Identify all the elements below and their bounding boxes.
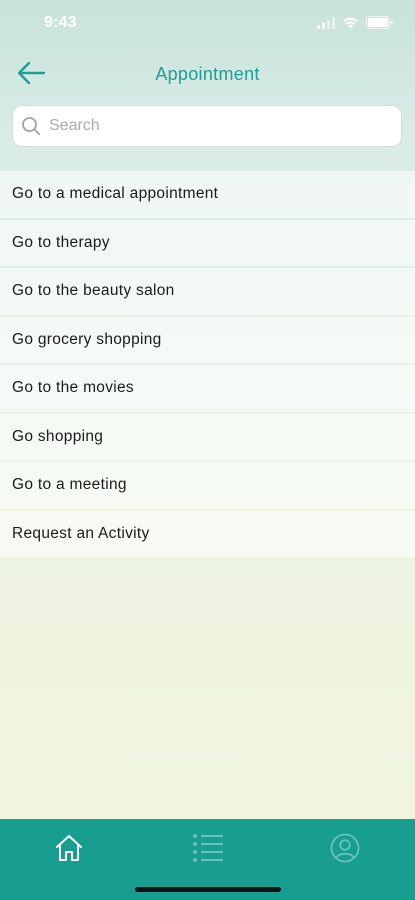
status-time: 9:43 bbox=[44, 14, 77, 31]
home-indicator bbox=[135, 887, 281, 892]
search-bar[interactable] bbox=[12, 105, 402, 147]
list-item-shopping[interactable]: Go shopping bbox=[0, 413, 415, 460]
page-title: Appointment bbox=[155, 64, 260, 84]
search-input[interactable] bbox=[47, 116, 381, 136]
list-icon bbox=[192, 833, 224, 868]
tab-bar bbox=[0, 819, 415, 900]
home-icon bbox=[53, 832, 85, 869]
list-item-movies[interactable]: Go to the movies bbox=[0, 365, 415, 412]
search-icon bbox=[21, 116, 41, 136]
tab-list[interactable] bbox=[183, 827, 233, 873]
list-item-request-activity[interactable]: Request an Activity bbox=[0, 510, 415, 557]
wifi-icon bbox=[342, 16, 359, 34]
list-item-meeting[interactable]: Go to a meeting bbox=[0, 462, 415, 509]
profile-icon bbox=[330, 833, 360, 868]
cellular-signal-icon bbox=[317, 16, 335, 34]
header: Appointment bbox=[0, 52, 415, 98]
activity-list: Go to a medical appointment Go to therap… bbox=[0, 171, 415, 559]
tab-home[interactable] bbox=[44, 827, 94, 873]
battery-icon bbox=[366, 16, 393, 34]
list-item-grocery-shopping[interactable]: Go grocery shopping bbox=[0, 316, 415, 363]
list-item-medical-appointment[interactable]: Go to a medical appointment bbox=[0, 171, 415, 218]
status-bar: 9:43 bbox=[0, 0, 415, 48]
list-item-beauty-salon[interactable]: Go to the beauty salon bbox=[0, 268, 415, 315]
status-icons bbox=[317, 16, 393, 34]
list-item-therapy[interactable]: Go to therapy bbox=[0, 219, 415, 266]
tab-profile[interactable] bbox=[320, 827, 370, 873]
